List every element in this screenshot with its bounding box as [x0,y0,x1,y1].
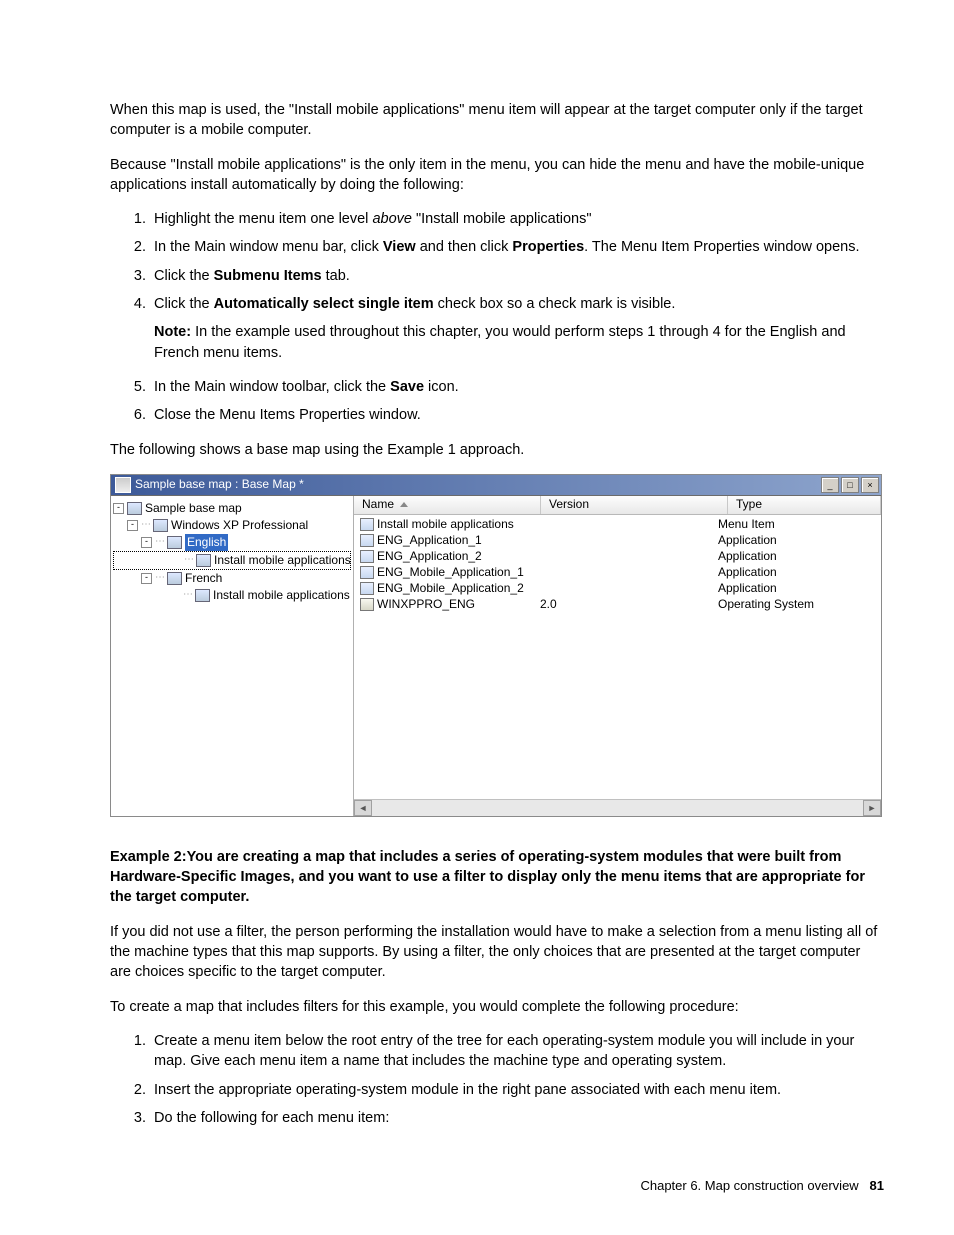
example-heading: Example 2:You are creating a map that in… [110,847,884,908]
collapse-icon[interactable]: - [127,520,138,531]
column-header-name[interactable]: Name [354,496,541,514]
app-icon [360,534,374,547]
tree-node[interactable]: - ⋯ French [113,570,351,587]
app-icon [360,550,374,563]
table-row[interactable]: Install mobile applicationsMenu Item [354,517,881,533]
collapse-icon[interactable]: - [141,573,152,584]
paragraph: If you did not use a filter, the person … [110,922,884,983]
paragraph: Because "Install mobile applications" is… [110,155,884,196]
collapse-icon[interactable]: - [113,503,124,514]
tree-node[interactable]: - ⋯ Windows XP Professional [113,517,351,534]
page-footer: Chapter 6. Map construction overview 81 [0,1177,884,1195]
column-header-version[interactable]: Version [541,496,728,514]
ordered-list: Highlight the menu item one level above … [110,209,884,425]
paragraph: When this map is used, the "Install mobi… [110,100,884,141]
list-item: Do the following for each menu item: [150,1108,884,1128]
list-item: Click the Submenu Items tab. [150,266,884,286]
list-item: Create a menu item below the root entry … [150,1031,884,1072]
window-screenshot: Sample base map : Base Map * _ □ × - Sam… [110,474,882,817]
table-row[interactable]: ENG_Mobile_Application_2Application [354,581,881,597]
menu-icon [195,589,210,602]
list-item: In the Main window menu bar, click View … [150,237,884,257]
list-item: Insert the appropriate operating-system … [150,1080,884,1100]
paragraph: To create a map that includes filters fo… [110,997,884,1017]
minimize-button[interactable]: _ [821,477,839,493]
app-icon [360,582,374,595]
tree-node[interactable]: ⋯ Install mobile applications [113,587,351,604]
maximize-button[interactable]: □ [841,477,859,493]
list-item: In the Main window toolbar, click the Sa… [150,377,884,397]
ordered-list: Create a menu item below the root entry … [110,1031,884,1128]
app-icon [360,566,374,579]
table-row[interactable]: ENG_Application_2Application [354,549,881,565]
tree-node[interactable]: - Sample base map [113,500,351,517]
table-row[interactable]: WINXPPRO_ENG2.0Operating System [354,597,881,613]
tree-node-selected[interactable]: - ⋯ English [113,534,351,551]
os-icon [153,519,168,532]
tree-node[interactable]: ⋯ Install mobile applications [113,551,351,570]
menu-icon [196,554,211,567]
paragraph: The following shows a base map using the… [110,440,884,460]
sort-asc-icon [400,502,408,507]
list-item: Close the Menu Items Properties window. [150,405,884,425]
list-item: Highlight the menu item one level above … [150,209,884,229]
window-title: Sample base map : Base Map * [135,476,821,493]
map-icon [127,502,142,515]
note: Note: In the example used throughout thi… [154,322,884,363]
menu-icon [167,536,182,549]
list-item: Click the Automatically select single it… [150,294,884,363]
table-row[interactable]: ENG_Mobile_Application_1Application [354,565,881,581]
table-row[interactable]: ENG_Application_1Application [354,533,881,549]
menu-icon [167,572,182,585]
scroll-right-icon[interactable]: ► [863,800,881,816]
collapse-icon[interactable]: - [141,537,152,548]
titlebar: Sample base map : Base Map * _ □ × [111,475,881,496]
horizontal-scrollbar[interactable]: ◄ ► [354,799,881,816]
list-pane: Name Version Type Install mobile applica… [354,496,881,816]
os-icon [360,598,374,611]
app-icon [360,518,374,531]
scroll-left-icon[interactable]: ◄ [354,800,372,816]
column-header-type[interactable]: Type [728,496,881,514]
close-button[interactable]: × [861,477,879,493]
tree-pane: - Sample base map - ⋯ Windows XP Profess… [111,496,354,816]
window-icon [115,477,131,493]
